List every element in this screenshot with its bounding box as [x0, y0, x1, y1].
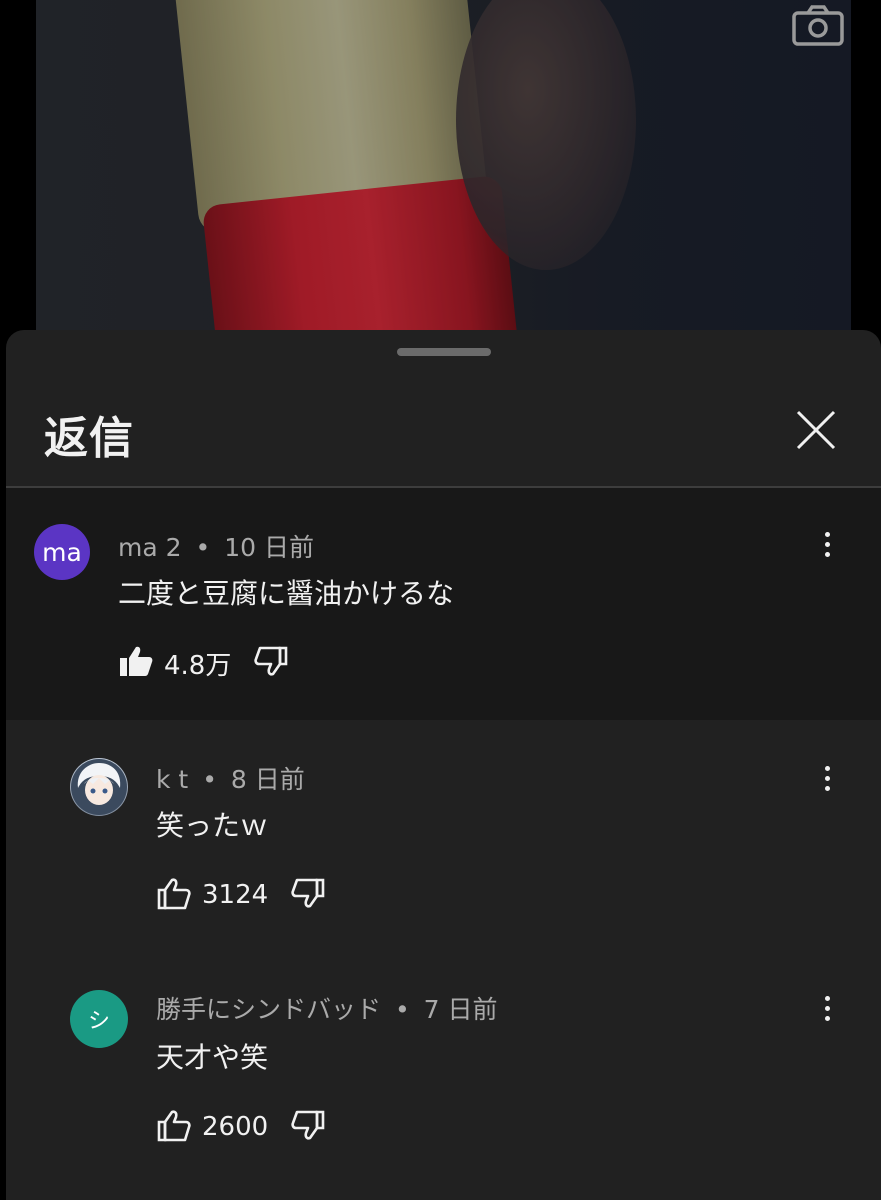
- comment-time: 10 日前: [224, 533, 314, 562]
- like-count: 3124: [202, 880, 269, 910]
- comment-author[interactable]: 勝手にシンドバッド: [156, 995, 381, 1024]
- drag-handle[interactable]: [397, 348, 491, 356]
- avatar[interactable]: [70, 758, 128, 816]
- thumbs-up-icon[interactable]: [156, 876, 192, 914]
- comment-author[interactable]: ma 2: [118, 533, 182, 562]
- sheet-title: 返信: [44, 413, 134, 464]
- like-count: 4.8万: [164, 650, 232, 681]
- comment-actions: 2600: [156, 1108, 326, 1146]
- close-icon: [796, 410, 836, 450]
- comment-meta: 勝手にシンドバッド • 7 日前: [156, 990, 498, 1026]
- parent-comment: ma ma 2 • 10 日前 二度と豆腐に醤油かけるな 4.8万: [6, 488, 881, 720]
- meta-separator: •: [202, 765, 217, 794]
- meta-separator: •: [195, 533, 211, 562]
- more-options-button[interactable]: [812, 524, 842, 564]
- avatar-initials: ma: [42, 537, 82, 567]
- comment-author[interactable]: k t: [156, 765, 188, 794]
- anime-avatar-icon: [71, 759, 127, 815]
- video-player[interactable]: [36, 0, 851, 330]
- comment-text: 天才や笑: [156, 1041, 269, 1074]
- meta-separator: •: [394, 995, 410, 1024]
- comment-actions: 3124: [156, 876, 326, 914]
- reply-comment: k t • 8 日前 笑ったｗ 3124: [6, 720, 881, 952]
- thumbs-down-icon[interactable]: [290, 1108, 326, 1146]
- comment-meta: k t • 8 日前: [156, 760, 305, 796]
- thumbs-down-icon[interactable]: [290, 876, 326, 914]
- comment-time: 7 日前: [423, 995, 498, 1024]
- more-options-button[interactable]: [812, 988, 842, 1028]
- thumbs-down-icon[interactable]: [253, 644, 289, 682]
- camera-icon[interactable]: [792, 4, 844, 46]
- comment-time: 8 日前: [230, 765, 305, 794]
- video-shade: [36, 0, 851, 330]
- close-button[interactable]: [788, 402, 844, 458]
- avatar[interactable]: シ: [70, 990, 128, 1048]
- thumbs-up-icon[interactable]: [118, 644, 154, 682]
- comment-meta: ma 2 • 10 日前: [118, 528, 314, 564]
- thumbs-up-icon[interactable]: [156, 1108, 192, 1146]
- avatar[interactable]: ma: [34, 524, 90, 580]
- replies-sheet: 返信 ma ma 2 • 10 日前 二度と豆腐に醤油かけるな 4.8万 k t…: [6, 330, 881, 1200]
- like-count: 2600: [202, 1112, 269, 1142]
- comment-text: 笑ったｗ: [156, 809, 269, 842]
- more-options-button[interactable]: [812, 758, 842, 798]
- avatar-initials: シ: [87, 1009, 110, 1034]
- comment-text: 二度と豆腐に醤油かけるな: [118, 577, 455, 610]
- reply-comment: シ 勝手にシンドバッド • 7 日前 天才や笑 2600: [6, 952, 881, 1200]
- comment-actions: 4.8万: [118, 644, 289, 682]
